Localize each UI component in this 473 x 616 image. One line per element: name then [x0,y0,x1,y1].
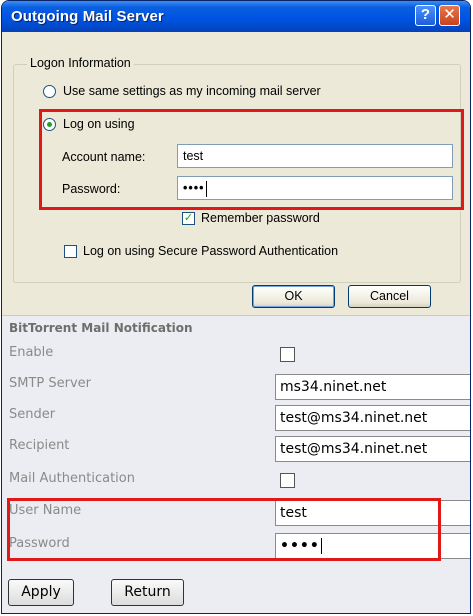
password-field[interactable]: •••• [177,176,453,200]
same-settings-radio[interactable] [43,85,56,98]
smtp-server-input[interactable]: ms34.ninet.net [275,374,470,400]
remember-password-checkbox[interactable]: ✓ [182,212,195,225]
password-value: •••• [183,181,205,195]
help-button[interactable]: ? [415,5,436,26]
mail-authentication-checkbox[interactable] [280,473,295,488]
enable-checkbox[interactable] [280,347,295,362]
account-name-field[interactable]: test [177,144,453,168]
remember-password-label[interactable]: Remember password [201,211,320,225]
spa-checkbox[interactable] [64,245,77,258]
recipient-value: test@ms34.ninet.net [280,441,428,457]
close-button[interactable]: ✕ [439,5,460,26]
account-name-value: test [183,149,204,163]
mail-authentication-label: Mail Authentication [9,471,135,486]
ok-button[interactable]: OK [252,285,335,308]
password-label: Password: [62,182,121,196]
smtp-server-value: ms34.ninet.net [280,379,387,395]
notify-password-label: Password [9,536,70,551]
bittorrent-mail-notification-panel: BitTorrent Mail Notification Enable SMTP… [2,315,470,613]
user-name-input[interactable]: test [275,500,470,526]
text-caret [205,180,207,197]
recipient-label: Recipient [9,438,70,453]
smtp-server-label: SMTP Server [9,376,92,391]
spa-label[interactable]: Log on using Secure Password Authenticat… [83,244,338,258]
return-button[interactable]: Return [111,579,184,606]
cancel-button[interactable]: Cancel [348,285,431,308]
notify-password-input[interactable]: •••• [275,533,470,559]
recipient-input[interactable]: test@ms34.ninet.net [275,436,470,462]
account-name-label: Account name: [62,150,146,164]
notify-password-value: •••• [280,538,320,554]
notify-text-caret [320,538,322,554]
title-bar[interactable]: Outgoing Mail Server ? ✕ [2,1,470,32]
same-settings-label[interactable]: Use same settings as my incoming mail se… [63,84,321,98]
sender-label: Sender [9,407,56,422]
user-name-label: User Name [9,503,82,518]
enable-label: Enable [9,345,54,360]
apply-button[interactable]: Apply [8,579,74,606]
user-name-value: test [280,505,307,521]
sender-input[interactable]: test@ms34.ninet.net [275,405,470,431]
notification-panel-title: BitTorrent Mail Notification [9,321,193,335]
close-icon: ✕ [443,6,456,23]
window-title: Outgoing Mail Server [11,8,164,25]
sender-value: test@ms34.ninet.net [280,410,428,426]
log-on-using-label[interactable]: Log on using [63,117,135,131]
logon-information-label: Logon Information [27,56,134,70]
outgoing-mail-server-window: Outgoing Mail Server ? ✕ Logon Informati… [1,0,471,614]
help-icon: ? [420,6,431,23]
log-on-using-radio[interactable] [43,118,56,131]
